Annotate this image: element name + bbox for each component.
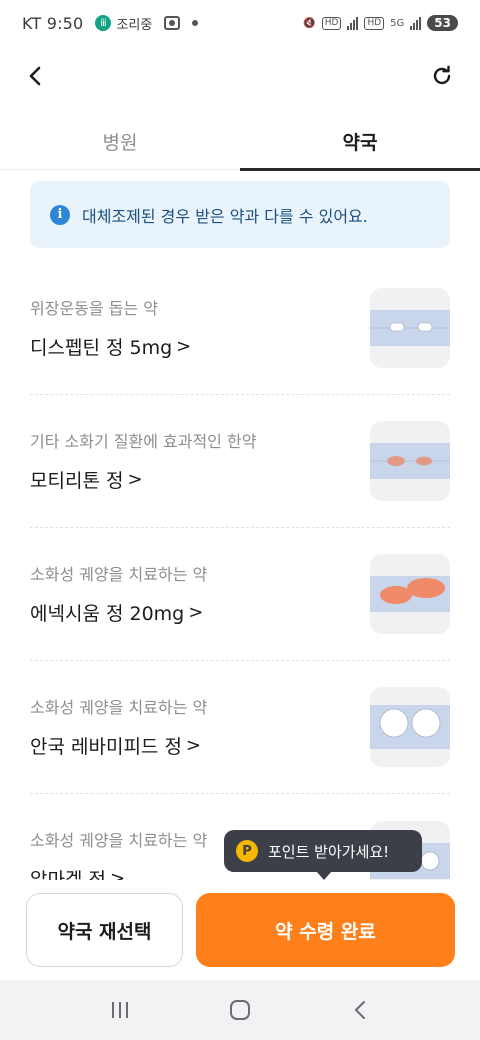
status-time: KT 9:50: [22, 13, 84, 33]
medication-description: 소화성 궤양을 치료하는 약: [30, 564, 208, 584]
pill-image: [370, 421, 450, 501]
medication-item[interactable]: 소화성 궤양을 치료하는 약 에넥시움 정 20mg >: [30, 528, 450, 661]
info-icon: i: [50, 204, 70, 225]
pill-image: [370, 288, 450, 368]
battery-indicator: 53: [427, 15, 458, 31]
app-header: [0, 50, 480, 102]
medication-name[interactable]: 모티리톤 정: [30, 466, 123, 493]
mute-icon: 🔇: [303, 17, 316, 29]
medication-list: 위장운동을 돕는 약 디스펩틴 정 5mg > 기타 소화기 질환에 효과적인 한…: [30, 262, 450, 927]
bottom-action-bar: 약국 재선택 약 수령 완료: [0, 880, 480, 980]
chevron-right-icon: >: [127, 468, 143, 490]
back-icon: [355, 1001, 365, 1019]
pill-image: [370, 687, 450, 767]
tab-hospital[interactable]: 병원: [0, 112, 240, 170]
tab-pharmacy[interactable]: 약국: [240, 112, 480, 171]
medication-description: 소화성 궤양을 치료하는 약: [30, 697, 208, 717]
chevron-right-icon: >: [185, 734, 202, 756]
medication-item[interactable]: 기타 소화기 질환에 효과적인 한약 모티리톤 정 >: [30, 395, 450, 528]
network-5g-label: 5G: [390, 17, 405, 29]
pill-photo-icon: [370, 310, 450, 346]
substitution-notice: i 대체조제된 경우 받은 약과 다를 수 있어요.: [30, 181, 450, 248]
refresh-button[interactable]: [426, 60, 458, 92]
cooking-status: ⅲ 조리중: [95, 14, 152, 33]
home-button[interactable]: [218, 988, 262, 1032]
notice-text: 대체조제된 경우 받은 약과 다를 수 있어요.: [82, 206, 368, 226]
point-coin-icon: P: [236, 840, 258, 862]
app-status-label: 조리중: [116, 17, 153, 33]
home-icon: [230, 1000, 250, 1020]
points-tooltip[interactable]: P 포인트 받아가세요!: [224, 830, 422, 880]
back-button[interactable]: [20, 60, 52, 92]
medication-item[interactable]: 위장운동을 돕는 약 디스펩틴 정 5mg >: [30, 262, 450, 395]
reselect-pharmacy-button[interactable]: 약국 재선택: [26, 893, 183, 967]
signal-icon: [347, 16, 359, 30]
screen-capture-icon: [164, 16, 181, 30]
refresh-icon: [433, 65, 451, 85]
app-status-icon: ⅲ: [95, 15, 112, 31]
medication-name[interactable]: 디스펩틴 정 5mg: [30, 333, 172, 360]
medication-name[interactable]: 에넥시움 정 20mg: [30, 599, 184, 626]
pill-photo-icon: [370, 576, 450, 612]
tooltip-text: 포인트 받아가세요!: [268, 842, 390, 861]
medication-item[interactable]: 소화성 궤양을 치료하는 약 안국 레바미피드 정 >: [30, 661, 450, 794]
tab-bar: 병원 약국: [0, 112, 480, 171]
system-back-button[interactable]: [338, 988, 382, 1032]
chevron-left-icon: [29, 66, 41, 86]
recent-apps-button[interactable]: [98, 988, 142, 1032]
pill-image: [370, 554, 450, 634]
chevron-right-icon: >: [176, 335, 192, 357]
hd-badge-2: HD: [364, 16, 385, 30]
medication-name[interactable]: 안국 레바미피드 정: [30, 732, 182, 759]
system-nav-bar: [0, 980, 480, 1040]
notification-dot-icon: [192, 20, 199, 26]
chevron-right-icon: >: [188, 601, 204, 623]
pill-photo-icon: [370, 443, 450, 479]
medication-description: 기타 소화기 질환에 효과적인 한약: [30, 431, 257, 451]
pill-photo-icon: [370, 705, 450, 749]
hd-badge: HD: [321, 16, 342, 30]
signal-icon-2: [410, 16, 422, 30]
medication-description: 위장운동을 돕는 약: [30, 298, 158, 318]
pickup-complete-button[interactable]: 약 수령 완료: [196, 893, 455, 967]
status-bar: KT 9:50 ⅲ 조리중 🔇 HD HD 5G 53: [0, 0, 480, 46]
recent-apps-icon: [112, 1002, 128, 1018]
